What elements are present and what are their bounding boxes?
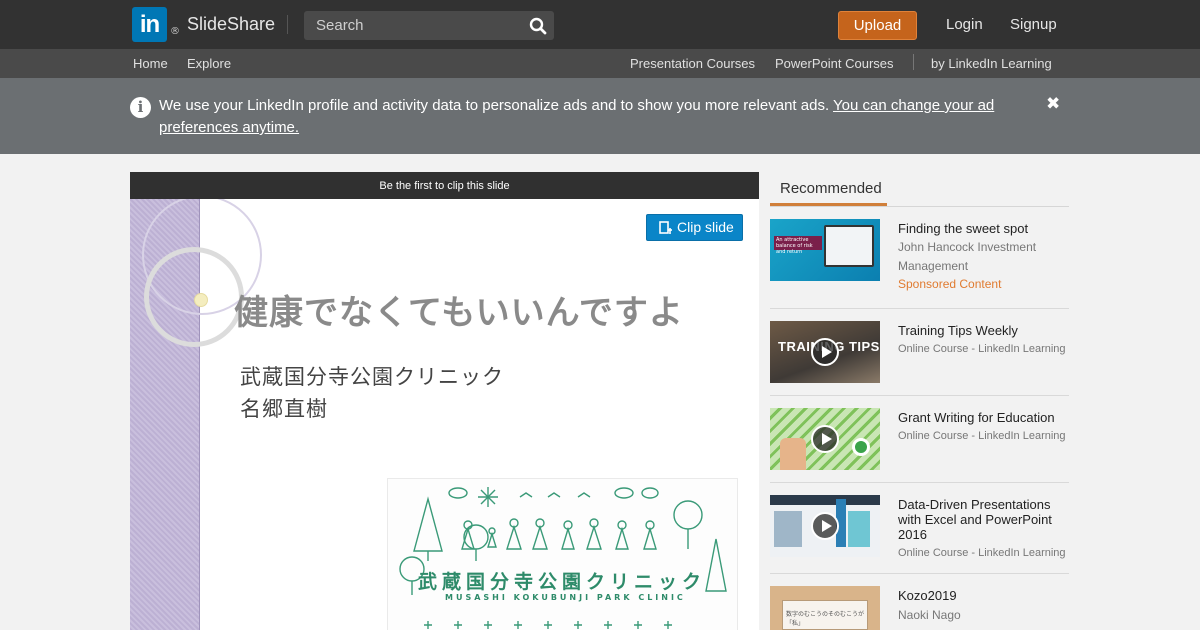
search-icon[interactable] [528,16,548,36]
slide-subtitle-clinic: 武蔵国分寺公園クリニック [240,365,504,389]
thumbnail-data-driven[interactable] [770,495,880,557]
registered-mark: ® [170,26,180,37]
slide-title: 健康でなくてもいいんですよ [234,293,684,333]
clinic-logo-illustration: 武蔵国分寺公園クリニック MUSASHI KOKUBUNJI PARK CLIN… [387,478,738,630]
notice-message: We use your LinkedIn profile and activit… [159,97,834,114]
rec-author: Naoki Nago [898,608,961,622]
rec-title[interactable]: Data-Driven Presentations with Excel and… [898,497,1068,542]
slideshare-logo-text[interactable]: SlideShare [187,14,275,35]
play-icon[interactable] [811,512,839,540]
signup-link[interactable]: Signup [1010,16,1057,33]
thumbnail-text: An attractive balance of risk and return [774,236,822,255]
login-link[interactable]: Login [946,16,983,33]
clip-banner: Be the first to clip this slide [130,172,759,199]
play-icon[interactable] [811,425,839,453]
nav-explore[interactable]: Explore [187,56,231,71]
thumbnail-kozo2019[interactable]: 数字のむこうのそのむこうが「私」 [770,586,880,630]
rec-author: Online Course - LinkedIn Learning [898,547,1066,559]
upload-button[interactable]: Upload [838,11,917,40]
close-icon[interactable]: ✖ [1046,94,1060,114]
thumbnail-bar [770,495,880,505]
item-divider [770,573,1069,574]
clip-add-icon [659,221,672,234]
hand-graphic [780,438,806,470]
nav-presentation-courses[interactable]: Presentation Courses [630,56,755,71]
rec-title[interactable]: Grant Writing for Education [898,410,1068,425]
logo-divider [287,15,288,34]
rec-title[interactable]: Finding the sweet spot [898,221,1068,236]
slide-subtitle-author: 名郷直樹 [240,397,328,421]
top-header: in ® SlideShare Upload Login Signup [0,0,1200,49]
thumbnail-grant-writing[interactable] [770,408,880,470]
sponsored-label: Sponsored Content [898,277,1002,291]
item-divider [770,395,1069,396]
rec-author: John Hancock Investment Management [898,240,1037,273]
slide-decor-dot [194,293,208,307]
ad-notice-banner: i We use your LinkedIn profile and activ… [0,78,1200,154]
search-input[interactable] [304,11,522,40]
nav-linkedin-learning[interactable]: by LinkedIn Learning [931,56,1052,71]
slide-viewer[interactable]: Clip slide 健康でなくてもいいんですよ 武蔵国分寺公園クリニック 名郷… [130,199,759,630]
badge-graphic [852,438,870,456]
subnav-divider [913,54,914,70]
nav-powerpoint-courses[interactable]: PowerPoint Courses [775,56,894,71]
sub-navigation: Home Explore Presentation Courses PowerP… [0,49,1200,78]
thumbnail-block [848,511,870,547]
clip-slide-button[interactable]: Clip slide [646,214,743,241]
info-icon: i [130,97,151,118]
clinic-logo-name: 武蔵国分寺公園クリニック [418,571,707,593]
nav-home[interactable]: Home [133,56,168,71]
search-box [304,11,554,40]
rec-title[interactable]: Training Tips Weekly [898,323,1068,338]
clinic-logo-roman: MUSASHI KOKUBUNJI PARK CLINIC [445,593,686,602]
tab-recommended[interactable]: Recommended [770,172,887,206]
linkedin-logo-icon[interactable]: in [132,7,167,42]
clinic-illustration-icon [399,487,727,629]
rec-author: Online Course - LinkedIn Learning [898,343,1066,355]
notice-text: We use your LinkedIn profile and activit… [159,95,1029,139]
thumbnail-finding-sweet-spot[interactable]: An attractive balance of risk and return [770,219,880,281]
thumbnail-card: 数字のむこうのそのむこうが「私」 [782,600,868,630]
item-divider [770,482,1069,483]
clip-slide-label: Clip slide [677,219,734,235]
rec-title[interactable]: Kozo2019 [898,588,1068,603]
thumbnail-training-tips[interactable]: TRAINING TIPS [770,321,880,383]
tablet-graphic [824,225,874,267]
thumbnail-block [774,511,802,547]
thumbnail-text: 数字のむこうのそのむこうが「私」 [786,611,865,627]
tab-underline-divider [770,206,1069,207]
item-divider [770,308,1069,309]
rec-author: Online Course - LinkedIn Learning [898,430,1066,442]
play-icon[interactable] [811,338,839,366]
